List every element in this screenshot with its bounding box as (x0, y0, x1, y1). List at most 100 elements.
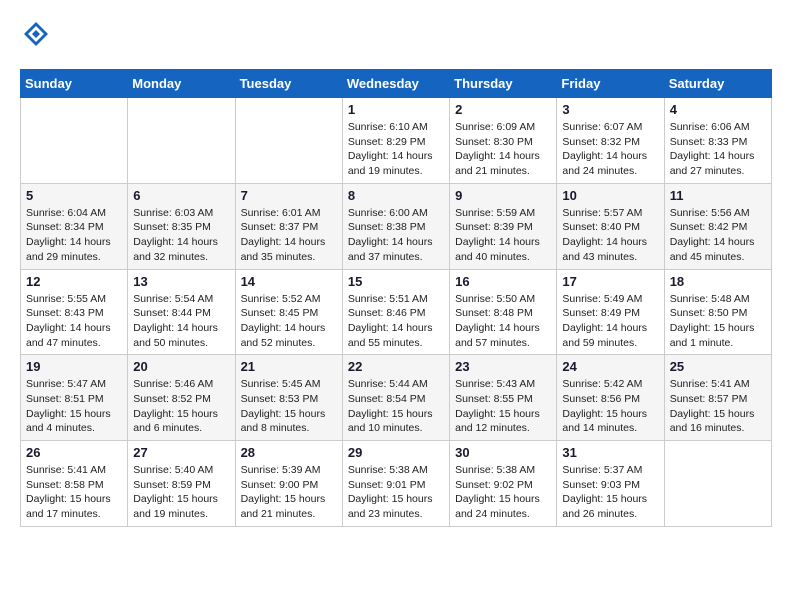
day-number: 27 (133, 445, 229, 460)
calendar-week-row: 1 Sunrise: 6:10 AM Sunset: 8:29 PM Daylig… (21, 98, 772, 184)
day-number: 20 (133, 359, 229, 374)
calendar-cell: 8 Sunrise: 6:00 AM Sunset: 8:38 PM Daylig… (342, 183, 449, 269)
calendar-cell: 17 Sunrise: 5:49 AM Sunset: 8:49 PM Dayli… (557, 269, 664, 355)
day-number: 21 (241, 359, 337, 374)
day-number: 31 (562, 445, 658, 460)
calendar-cell: 30 Sunrise: 5:38 AM Sunset: 9:02 PM Dayli… (450, 441, 557, 527)
calendar-cell: 22 Sunrise: 5:44 AM Sunset: 8:54 PM Dayli… (342, 355, 449, 441)
weekday-header-row: SundayMondayTuesdayWednesdayThursdayFrid… (21, 70, 772, 98)
weekday-header-cell: Friday (557, 70, 664, 98)
day-info: Sunrise: 5:38 AM Sunset: 9:01 PM Dayligh… (348, 463, 444, 522)
day-info: Sunrise: 5:41 AM Sunset: 8:57 PM Dayligh… (670, 377, 766, 436)
day-number: 1 (348, 102, 444, 117)
day-number: 29 (348, 445, 444, 460)
calendar-cell: 9Sunrise: 5:59 AM Sunset: 8:39 PM Daylig… (450, 183, 557, 269)
day-info: Sunrise: 6:07 AM Sunset: 8:32 PM Dayligh… (562, 120, 658, 179)
day-number: 4 (670, 102, 766, 117)
day-info: Sunrise: 5:38 AM Sunset: 9:02 PM Dayligh… (455, 463, 551, 522)
calendar-cell: 13Sunrise: 5:54 AM Sunset: 8:44 PM Dayli… (128, 269, 235, 355)
day-info: Sunrise: 5:57 AM Sunset: 8:40 PM Dayligh… (562, 206, 658, 265)
calendar-cell: 12 Sunrise: 5:55 AM Sunset: 8:43 PM Dayli… (21, 269, 128, 355)
day-number: 22 (348, 359, 444, 374)
calendar-cell: 27 Sunrise: 5:40 AM Sunset: 8:59 PM Dayli… (128, 441, 235, 527)
day-info: Sunrise: 6:04 AM Sunset: 8:34 PM Dayligh… (26, 206, 122, 265)
day-info: Sunrise: 6:10 AM Sunset: 8:29 PM Dayligh… (348, 120, 444, 179)
day-number: 26 (26, 445, 122, 460)
logo (20, 20, 50, 53)
day-info: Sunrise: 5:41 AM Sunset: 8:58 PM Dayligh… (26, 463, 122, 522)
day-number: 19 (26, 359, 122, 374)
day-number: 7 (241, 188, 337, 203)
calendar-cell: 19 Sunrise: 5:47 AM Sunset: 8:51 PM Dayli… (21, 355, 128, 441)
calendar-cell: 28Sunrise: 5:39 AM Sunset: 9:00 PM Dayli… (235, 441, 342, 527)
weekday-header-cell: Monday (128, 70, 235, 98)
weekday-header-cell: Saturday (664, 70, 771, 98)
day-info: Sunrise: 5:40 AM Sunset: 8:59 PM Dayligh… (133, 463, 229, 522)
calendar-cell: 14 Sunrise: 5:52 AM Sunset: 8:45 PM Dayli… (235, 269, 342, 355)
day-number: 11 (670, 188, 766, 203)
day-number: 14 (241, 274, 337, 289)
day-info: Sunrise: 5:55 AM Sunset: 8:43 PM Dayligh… (26, 292, 122, 351)
day-info: Sunrise: 5:56 AM Sunset: 8:42 PM Dayligh… (670, 206, 766, 265)
day-info: Sunrise: 5:52 AM Sunset: 8:45 PM Dayligh… (241, 292, 337, 351)
day-number: 23 (455, 359, 551, 374)
calendar-cell: 7 Sunrise: 6:01 AM Sunset: 8:37 PM Daylig… (235, 183, 342, 269)
calendar-week-row: 5 Sunrise: 6:04 AM Sunset: 8:34 PM Daylig… (21, 183, 772, 269)
day-info: Sunrise: 5:44 AM Sunset: 8:54 PM Dayligh… (348, 377, 444, 436)
day-info: Sunrise: 6:06 AM Sunset: 8:33 PM Dayligh… (670, 120, 766, 179)
day-number: 6 (133, 188, 229, 203)
calendar-cell: 4 Sunrise: 6:06 AM Sunset: 8:33 PM Daylig… (664, 98, 771, 184)
day-info: Sunrise: 5:47 AM Sunset: 8:51 PM Dayligh… (26, 377, 122, 436)
weekday-header-cell: Sunday (21, 70, 128, 98)
day-info: Sunrise: 5:51 AM Sunset: 8:46 PM Dayligh… (348, 292, 444, 351)
day-number: 25 (670, 359, 766, 374)
calendar-cell: 23 Sunrise: 5:43 AM Sunset: 8:55 PM Dayli… (450, 355, 557, 441)
calendar-cell: 24Sunrise: 5:42 AM Sunset: 8:56 PM Dayli… (557, 355, 664, 441)
calendar-cell: 16Sunrise: 5:50 AM Sunset: 8:48 PM Dayli… (450, 269, 557, 355)
day-info: Sunrise: 5:46 AM Sunset: 8:52 PM Dayligh… (133, 377, 229, 436)
day-number: 15 (348, 274, 444, 289)
calendar-week-row: 12 Sunrise: 5:55 AM Sunset: 8:43 PM Dayli… (21, 269, 772, 355)
day-info: Sunrise: 5:48 AM Sunset: 8:50 PM Dayligh… (670, 292, 766, 351)
calendar-week-row: 26 Sunrise: 5:41 AM Sunset: 8:58 PM Dayli… (21, 441, 772, 527)
logo-icon (22, 20, 50, 48)
day-info: Sunrise: 5:54 AM Sunset: 8:44 PM Dayligh… (133, 292, 229, 351)
day-info: Sunrise: 5:43 AM Sunset: 8:55 PM Dayligh… (455, 377, 551, 436)
day-info: Sunrise: 6:01 AM Sunset: 8:37 PM Dayligh… (241, 206, 337, 265)
calendar-cell: 2 Sunrise: 6:09 AM Sunset: 8:30 PM Daylig… (450, 98, 557, 184)
calendar-cell: 10Sunrise: 5:57 AM Sunset: 8:40 PM Dayli… (557, 183, 664, 269)
day-info: Sunrise: 5:59 AM Sunset: 8:39 PM Dayligh… (455, 206, 551, 265)
calendar-cell (21, 98, 128, 184)
day-info: Sunrise: 5:49 AM Sunset: 8:49 PM Dayligh… (562, 292, 658, 351)
day-number: 12 (26, 274, 122, 289)
day-number: 16 (455, 274, 551, 289)
calendar-cell: 25 Sunrise: 5:41 AM Sunset: 8:57 PM Dayli… (664, 355, 771, 441)
day-number: 17 (562, 274, 658, 289)
calendar-cell: 6 Sunrise: 6:03 AM Sunset: 8:35 PM Daylig… (128, 183, 235, 269)
day-number: 5 (26, 188, 122, 203)
calendar-cell: 29 Sunrise: 5:38 AM Sunset: 9:01 PM Dayli… (342, 441, 449, 527)
calendar-cell: 11 Sunrise: 5:56 AM Sunset: 8:42 PM Dayli… (664, 183, 771, 269)
day-number: 8 (348, 188, 444, 203)
calendar-cell (128, 98, 235, 184)
day-info: Sunrise: 6:03 AM Sunset: 8:35 PM Dayligh… (133, 206, 229, 265)
calendar-cell: 20 Sunrise: 5:46 AM Sunset: 8:52 PM Dayli… (128, 355, 235, 441)
calendar-week-row: 19 Sunrise: 5:47 AM Sunset: 8:51 PM Dayli… (21, 355, 772, 441)
day-number: 24 (562, 359, 658, 374)
calendar: SundayMondayTuesdayWednesdayThursdayFrid… (20, 69, 772, 527)
day-number: 30 (455, 445, 551, 460)
day-number: 18 (670, 274, 766, 289)
day-info: Sunrise: 6:00 AM Sunset: 8:38 PM Dayligh… (348, 206, 444, 265)
day-number: 3 (562, 102, 658, 117)
weekday-header-cell: Thursday (450, 70, 557, 98)
day-number: 28 (241, 445, 337, 460)
weekday-header-cell: Tuesday (235, 70, 342, 98)
day-info: Sunrise: 6:09 AM Sunset: 8:30 PM Dayligh… (455, 120, 551, 179)
calendar-cell: 1 Sunrise: 6:10 AM Sunset: 8:29 PM Daylig… (342, 98, 449, 184)
calendar-cell: 3 Sunrise: 6:07 AM Sunset: 8:32 PM Daylig… (557, 98, 664, 184)
calendar-cell: 15 Sunrise: 5:51 AM Sunset: 8:46 PM Dayli… (342, 269, 449, 355)
calendar-cell (235, 98, 342, 184)
calendar-cell: 5 Sunrise: 6:04 AM Sunset: 8:34 PM Daylig… (21, 183, 128, 269)
day-number: 2 (455, 102, 551, 117)
day-info: Sunrise: 5:45 AM Sunset: 8:53 PM Dayligh… (241, 377, 337, 436)
